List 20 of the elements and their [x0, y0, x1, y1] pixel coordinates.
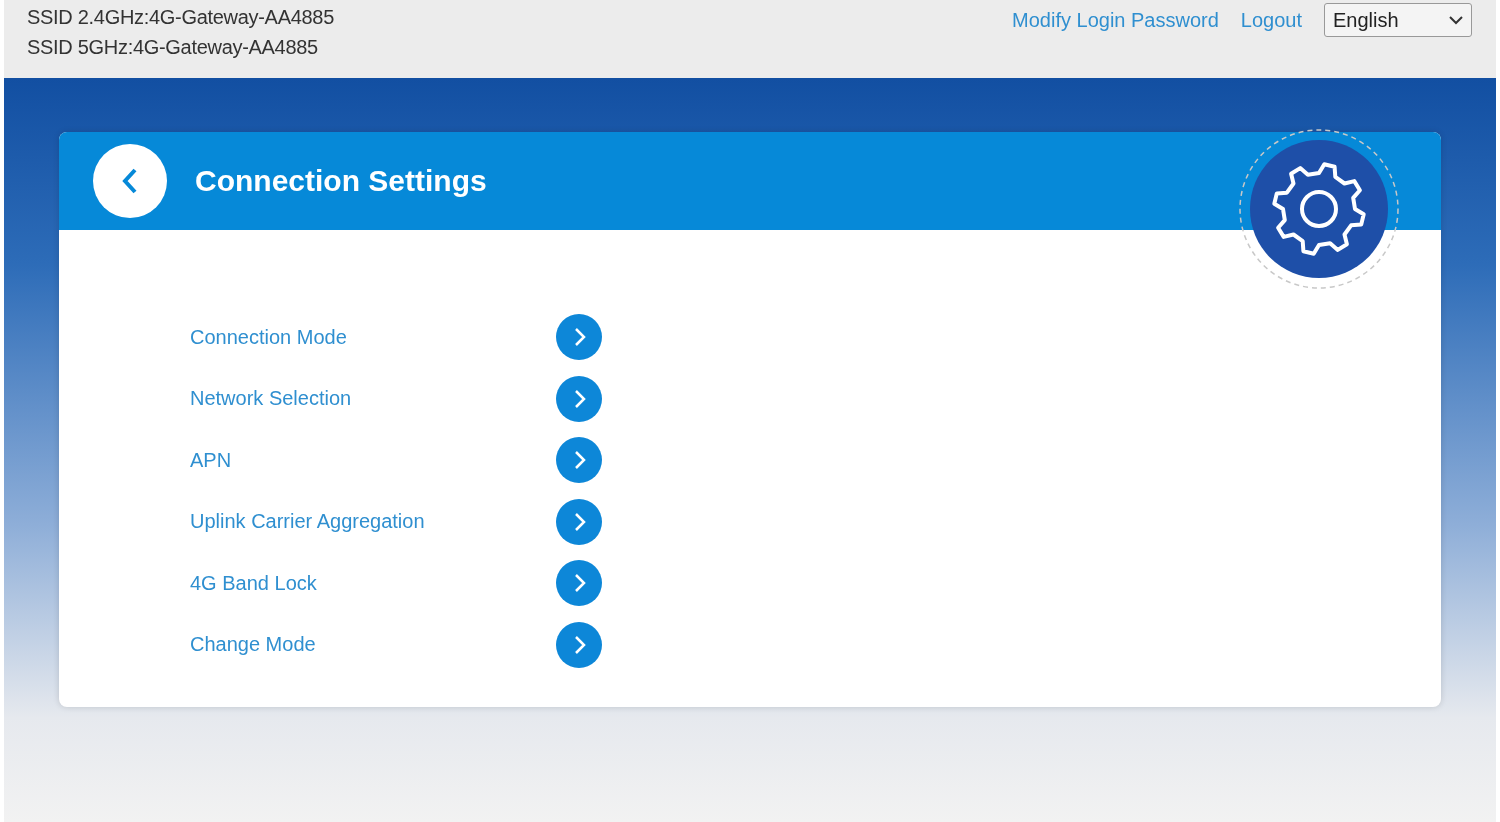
header-link[interactable]: Modify Login Password: [1012, 9, 1219, 32]
ssid-label: SSID 2.4GHz:4G-Gateway-AA4885: [27, 6, 334, 29]
back-button[interactable]: [93, 144, 167, 218]
header-link[interactable]: Logout: [1240, 9, 1302, 32]
chevron-right-button[interactable]: [556, 621, 602, 668]
menu-item-label[interactable]: Uplink Carrier Aggregation: [190, 510, 556, 534]
chevron-right-button[interactable]: [556, 498, 602, 545]
menu-item-label[interactable]: Network Selection: [190, 387, 556, 411]
chevron-right-button[interactable]: [556, 560, 602, 607]
language-select[interactable]: English: [1324, 3, 1472, 37]
chevron-right-button[interactable]: [556, 437, 602, 484]
menu-item-label[interactable]: Connection Mode: [190, 325, 556, 349]
menu-item-label[interactable]: 4G Band Lock: [190, 571, 556, 595]
card-title: Connection Settings: [195, 164, 487, 198]
chevron-right-button[interactable]: [556, 314, 602, 360]
menu-item-label[interactable]: APN: [190, 448, 556, 472]
menu-item-label[interactable]: Change Mode: [190, 633, 556, 657]
chevron-right-button[interactable]: [556, 375, 602, 422]
ssid-label: SSID 5GHz:4G-Gateway-AA4885: [27, 36, 319, 59]
chevron-down-icon: [1449, 15, 1463, 25]
